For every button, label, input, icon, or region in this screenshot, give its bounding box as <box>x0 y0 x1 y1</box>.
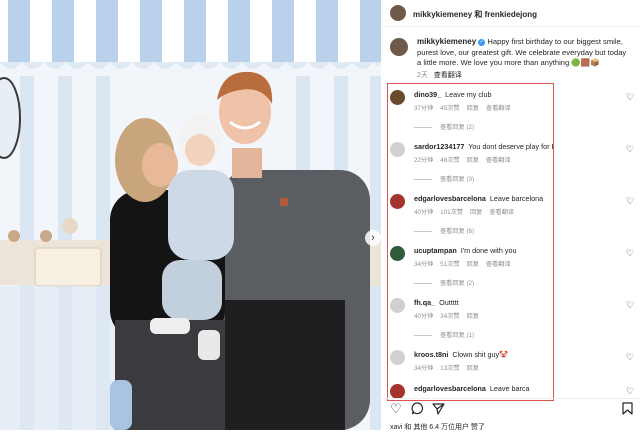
view-replies-button[interactable]: 查看回复 (6) <box>414 226 474 235</box>
comment-time: 22分钟 <box>414 157 434 164</box>
comment-line: edgarlovesbarcelona Leave barcelona <box>414 194 543 203</box>
post-photo[interactable]: › <box>0 0 381 430</box>
comments-list: dino39_ Leave my club 37分钟 45次赞 回复 查看翻译 查看回… <box>387 83 554 401</box>
author-avatar[interactable] <box>390 5 406 21</box>
reply-button[interactable]: 回复 <box>467 157 479 164</box>
comment-likes[interactable]: 51次赞 <box>440 261 459 268</box>
reply-button[interactable]: 回复 <box>470 209 482 216</box>
heart-icon[interactable]: ♡ <box>626 248 634 259</box>
comment-username[interactable]: fh.qa_ <box>414 298 435 307</box>
comment-username[interactable]: edgarlovesbarcelona <box>414 194 486 203</box>
header-title[interactable]: mikkykiemeney 和 frenkiedejong <box>413 9 537 20</box>
commenter-avatar[interactable] <box>390 90 405 105</box>
reply-button[interactable]: 回复 <box>467 261 479 268</box>
share-icon[interactable] <box>432 402 445 418</box>
comment-line: edgarlovesbarcelona Leave barca <box>414 384 529 393</box>
commenter-avatar[interactable] <box>390 194 405 209</box>
comment-meta: 37分钟 45次赞 回复 查看翻译 <box>414 103 518 112</box>
post-age: 2天 <box>417 72 428 79</box>
comment-time: 37分钟 <box>414 105 434 112</box>
view-replies-button[interactable]: 查看回复 (3) <box>414 174 474 183</box>
comment-text: Leave barcelona <box>489 194 544 203</box>
comment-likes[interactable]: 101次赞 <box>440 209 463 216</box>
caption-emoji: 🟢🟫📦 <box>571 58 600 67</box>
comment-text: You dont deserve play for Barsa <box>468 142 553 151</box>
comment-text: I'm done with you <box>460 246 517 255</box>
bookmark-icon[interactable] <box>622 402 633 418</box>
next-photo-button[interactable]: › <box>365 230 381 246</box>
translate-button[interactable]: 查看翻译 <box>489 209 514 216</box>
comment-line: fh.qa_ Outtttt <box>414 298 459 307</box>
comment-username[interactable]: sardor1234177 <box>414 142 464 151</box>
liked-by-text: xavi 和 其他 6.4 万位用户 赞了 <box>390 424 485 431</box>
comment-time: 40分钟 <box>414 313 434 320</box>
comment-line: dino39_ Leave my club <box>414 90 492 99</box>
comment-username[interactable]: ucuptampan <box>414 246 457 255</box>
reply-button[interactable]: 回复 <box>467 105 479 112</box>
comment-line: ucuptampan I'm done with you <box>414 246 516 255</box>
caption-author-avatar[interactable] <box>390 38 408 56</box>
heart-icon[interactable]: ♡ <box>626 196 634 207</box>
heart-icon[interactable]: ♡ <box>626 352 634 363</box>
comment-text: Leave my club <box>445 90 492 99</box>
comment-text: Outtttt <box>439 298 459 307</box>
comment-likes[interactable]: 45次赞 <box>440 105 459 112</box>
heart-icon[interactable]: ♡ <box>390 402 402 416</box>
reply-button[interactable]: 回复 <box>467 365 479 372</box>
verified-badge-icon: ✓ <box>478 38 486 46</box>
comment-meta: 34分钟 51次赞 回复 查看翻译 <box>414 259 518 268</box>
heart-icon[interactable]: ♡ <box>626 92 634 103</box>
translate-button[interactable]: 查看翻译 <box>486 261 511 268</box>
comment-likes[interactable]: 13次赞 <box>440 365 459 372</box>
comment-meta: 34分钟 13次赞 回复 <box>414 363 486 372</box>
comment-username[interactable]: kroos.t8ni <box>414 350 448 359</box>
comment-time: 34分钟 <box>414 365 434 372</box>
comment-line: sardor1234177 You dont deserve play for … <box>414 142 553 151</box>
commenter-avatar[interactable] <box>390 350 405 365</box>
post-caption: mikkykiemeney ✓ Happy first birthday to … <box>417 37 632 69</box>
translate-button[interactable]: 查看翻译 <box>486 105 511 112</box>
comment-meta: 40分钟 101次赞 回复 查看翻译 <box>414 207 521 216</box>
comment-text: Clown shit guy🤡 <box>452 350 509 359</box>
view-replies-button[interactable]: 查看回复 (2) <box>414 278 474 287</box>
comment-meta: 22分钟 46次赞 回复 查看翻译 <box>414 155 518 164</box>
post-header: mikkykiemeney 和 frenkiedejong <box>382 0 640 27</box>
birthday-party-photo <box>0 0 381 430</box>
post-action-bar: ♡ <box>382 398 640 421</box>
commenter-avatar[interactable] <box>390 384 405 399</box>
comment-likes[interactable]: 46次赞 <box>440 157 459 164</box>
comment-line: kroos.t8ni Clown shit guy🤡 <box>414 350 508 359</box>
comment-time: 34分钟 <box>414 261 434 268</box>
commenter-avatar[interactable] <box>390 142 405 157</box>
caption-author[interactable]: mikkykiemeney <box>417 37 476 46</box>
comment-text: Leave barca <box>489 384 530 393</box>
comment-likes[interactable]: 34次赞 <box>440 313 459 320</box>
translate-button[interactable]: 查看翻译 <box>486 157 511 164</box>
comment-username[interactable]: dino39_ <box>414 90 441 99</box>
heart-icon[interactable]: ♡ <box>626 386 634 397</box>
heart-icon[interactable]: ♡ <box>626 144 634 155</box>
comment-meta: 40分钟 34次赞 回复 <box>414 311 486 320</box>
comment-username[interactable]: edgarlovesbarcelona <box>414 384 486 393</box>
see-translation-link[interactable]: 查看翻译 <box>434 72 462 79</box>
view-replies-button[interactable]: 查看回复 (1) <box>414 330 474 339</box>
comment-icon[interactable] <box>411 402 424 418</box>
comment-time: 40分钟 <box>414 209 434 216</box>
post-meta: 2天 查看翻译 <box>417 70 462 80</box>
commenter-avatar[interactable] <box>390 298 405 313</box>
view-replies-button[interactable]: 查看回复 (2) <box>414 122 474 131</box>
heart-icon[interactable]: ♡ <box>626 300 634 311</box>
post-side-panel: mikkykiemeney 和 frenkiedejong mikkykieme… <box>382 0 640 431</box>
commenter-avatar[interactable] <box>390 246 405 261</box>
reply-button[interactable]: 回复 <box>467 313 479 320</box>
